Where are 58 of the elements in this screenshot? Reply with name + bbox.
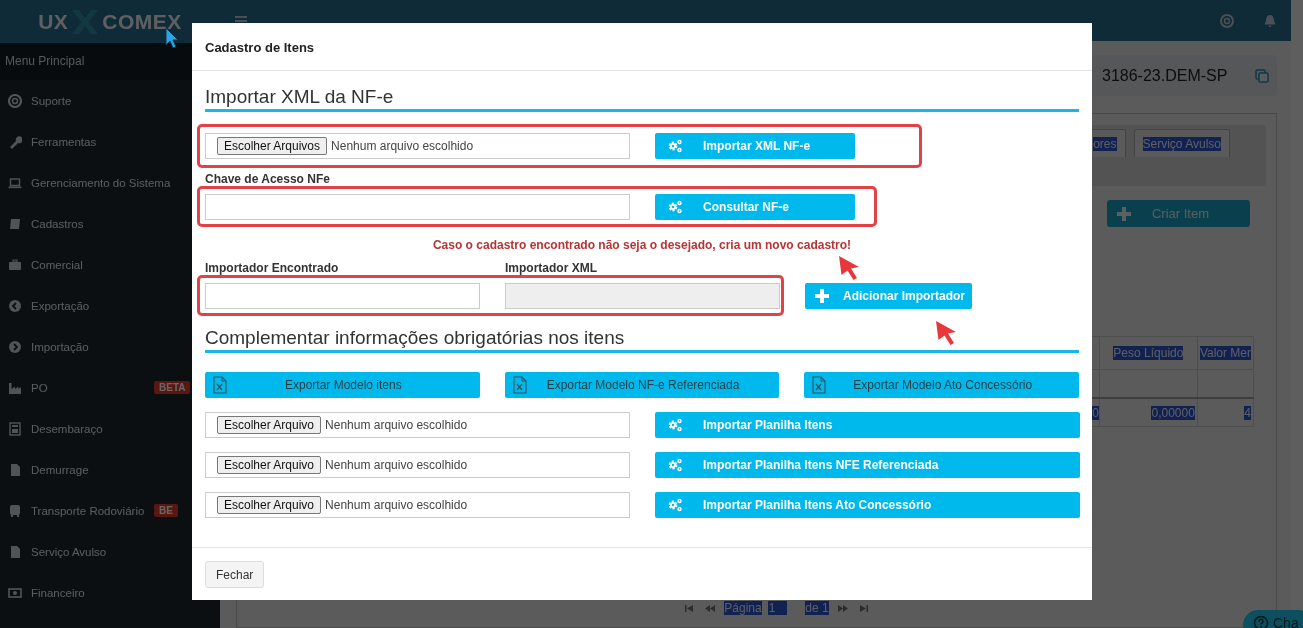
field-label: Importador Encontrado bbox=[205, 261, 340, 275]
choose-file-button[interactable]: Escolher Arquivo bbox=[217, 456, 322, 474]
sidebar-item[interactable]: Comercial bbox=[0, 244, 190, 285]
sidebar-item[interactable]: Exportação bbox=[0, 285, 190, 326]
import-button[interactable]: Importar Planilha Itens NFE Referenciada bbox=[655, 452, 1080, 478]
page-field[interactable]: 1 bbox=[767, 601, 788, 616]
sidebar-item[interactable]: Ferramentas bbox=[0, 121, 190, 162]
sidebar-item[interactable]: Importação bbox=[0, 326, 190, 367]
export-button[interactable]: Exportar Modelo Ato Concessório bbox=[804, 372, 1079, 398]
file-status: Nenhum arquivo escolhido bbox=[331, 139, 474, 153]
tab[interactable]: Serviço Avulso bbox=[1133, 129, 1230, 158]
file-input[interactable]: Escolher Arquivo Nenhum arquivo escolhido bbox=[205, 452, 630, 478]
logo-text: COMEX bbox=[102, 9, 182, 34]
column-header[interactable]: Peso Líquido bbox=[1099, 336, 1198, 370]
process-code: 3186-23.DEM-SP bbox=[1102, 66, 1229, 85]
import-button[interactable]: Importar XML NF-e bbox=[655, 133, 855, 159]
close-button[interactable]: Fechar bbox=[205, 561, 265, 588]
file-status: Nenhum arquivo escolhido bbox=[325, 418, 468, 432]
choose-file-button[interactable]: Escolher Arquivos bbox=[217, 137, 328, 155]
export-button[interactable]: Exportar Modelo NF-e Referenciada bbox=[504, 372, 780, 398]
file-status: Nenhum arquivo escolhido bbox=[325, 498, 468, 512]
dialog-title: Cadastro de Itens bbox=[192, 23, 1092, 71]
warning-note: Caso o cadastro encontrado não seja o desejado, cria um novo cadastro! bbox=[431, 238, 853, 252]
sidebar-item[interactable]: PO BETA bbox=[0, 367, 190, 408]
chat-button[interactable]: Cha bbox=[1243, 610, 1303, 628]
section-heading: Importar XML da NF-e bbox=[205, 85, 1079, 112]
table-cell: 4 bbox=[1197, 397, 1254, 427]
page-total: de 1 bbox=[805, 601, 829, 616]
file-status: Nenhum arquivo escolhido bbox=[325, 458, 468, 472]
sidebar-item[interactable]: Cadastros bbox=[0, 203, 190, 244]
field-label: Importador XML bbox=[505, 261, 597, 275]
add-button[interactable]: Adicionar Importador bbox=[805, 282, 972, 309]
file-input[interactable]: Escolher Arquivo Nenhum arquivo escolhido bbox=[205, 412, 630, 438]
choose-file-button[interactable]: Escolher Arquivo bbox=[217, 496, 322, 514]
create-item-button[interactable]: Criar Item bbox=[1107, 200, 1250, 228]
sidebar-item[interactable]: Desembaraço bbox=[0, 408, 190, 449]
import-button[interactable]: Consultar NF-e bbox=[655, 193, 855, 220]
field-label: Chave de Acesso NFe bbox=[205, 172, 331, 186]
sidebar-item[interactable]: Gerenciamento do Sistema bbox=[0, 162, 190, 203]
import-button[interactable]: Importar Planilha Itens Ato Concessório bbox=[655, 492, 1080, 518]
page-label: Página bbox=[724, 601, 762, 616]
file-input[interactable]: Escolher Arquivos Nenhum arquivo escolhido bbox=[205, 133, 630, 159]
column-header[interactable]: Valor Mer bbox=[1197, 336, 1254, 370]
beta-badge: BETA bbox=[154, 381, 191, 394]
choose-file-button[interactable]: Escolher Arquivo bbox=[217, 416, 322, 434]
section-heading: Complementar informações obrigatórias nos itens bbox=[205, 326, 1079, 353]
sidebar-item[interactable]: Demurrage bbox=[0, 449, 190, 490]
logo-text: UX bbox=[38, 9, 69, 34]
import-button[interactable]: Importar Planilha Itens bbox=[655, 412, 1080, 438]
sidebar-item[interactable]: Serviço Avulso bbox=[0, 531, 190, 572]
export-button[interactable]: Exportar Modelo itens bbox=[205, 372, 480, 398]
beta-badge: BE bbox=[154, 504, 178, 517]
file-input[interactable]: Escolher Arquivo Nenhum arquivo escolhido bbox=[205, 492, 630, 518]
sidebar-item[interactable]: Transporte Rodoviário BE bbox=[0, 490, 190, 531]
table-cell: 0,00000 bbox=[1099, 397, 1198, 427]
process-code-field[interactable]: 3186-23.DEM-SP bbox=[1091, 55, 1277, 97]
sidebar-item[interactable]: Suporte bbox=[0, 80, 190, 121]
sidebar-item[interactable]: Financeiro bbox=[0, 572, 190, 613]
